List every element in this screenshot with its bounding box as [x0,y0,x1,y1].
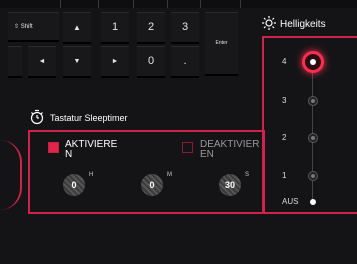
key-dot[interactable]: . [171,46,199,78]
brightness-header: Helligkeits [262,16,326,33]
decorative-arc [0,140,22,210]
brightness-level-1-label: 1 [282,171,287,180]
key-shift[interactable]: ⇧ Shift [8,12,59,42]
deactivate-checkbox[interactable] [182,142,193,153]
activate-checkbox[interactable] [48,142,59,153]
divider [133,0,134,8]
divider [167,0,168,8]
brightness-level-4-label: 4 [282,57,287,66]
minutes-unit: M [167,172,172,178]
key-up[interactable]: ▲ [63,12,91,44]
activate-option[interactable]: AKTIVIERE N [65,140,117,160]
brightness-level-2-label: 2 [282,133,287,142]
stopwatch-icon [30,109,44,127]
brightness-level-3-label: 3 [282,96,287,105]
key-2[interactable]: 2 [137,12,165,44]
brightness-level-4[interactable] [302,51,324,73]
key-right[interactable]: ► [101,46,129,78]
key-3[interactable]: 3 [171,12,199,44]
key-0[interactable]: 0 [137,46,165,78]
keyboard-top-strip [0,0,357,8]
key-enter[interactable]: Enter [205,12,238,76]
key-blank[interactable] [8,46,22,78]
activate-label-line2: N [65,149,73,160]
brightness-title: Helligkeits [280,19,326,30]
brightness-level-2[interactable] [308,133,318,143]
brightness-level-off-label: AUS [282,197,299,206]
brightness-level-3[interactable] [308,96,318,106]
minutes-dial[interactable]: 0 [141,174,163,196]
activate-label-line1: AKTIVIERE [65,139,118,150]
divider [60,0,61,8]
deactivate-option[interactable]: DEAKTIVIER EN [200,140,259,160]
sleep-timer-title: Tastatur Sleeptimer [50,113,128,123]
seconds-unit: S [245,172,250,178]
divider [240,0,241,8]
brightness-level-off[interactable] [310,199,316,205]
key-left[interactable]: ◄ [28,46,56,78]
divider [200,0,201,8]
sun-icon [262,16,276,33]
deactivate-label-line2: EN [200,149,214,160]
hours-dial[interactable]: 0 [63,174,85,196]
divider [98,0,99,8]
brightness-level-1[interactable] [308,171,318,181]
hours-unit: H [89,172,94,178]
sleep-timer-header: Tastatur Sleeptimer [30,109,128,127]
key-1[interactable]: 1 [101,12,129,44]
key-down[interactable]: ▼ [63,46,91,78]
seconds-dial[interactable]: 30 [219,174,241,196]
